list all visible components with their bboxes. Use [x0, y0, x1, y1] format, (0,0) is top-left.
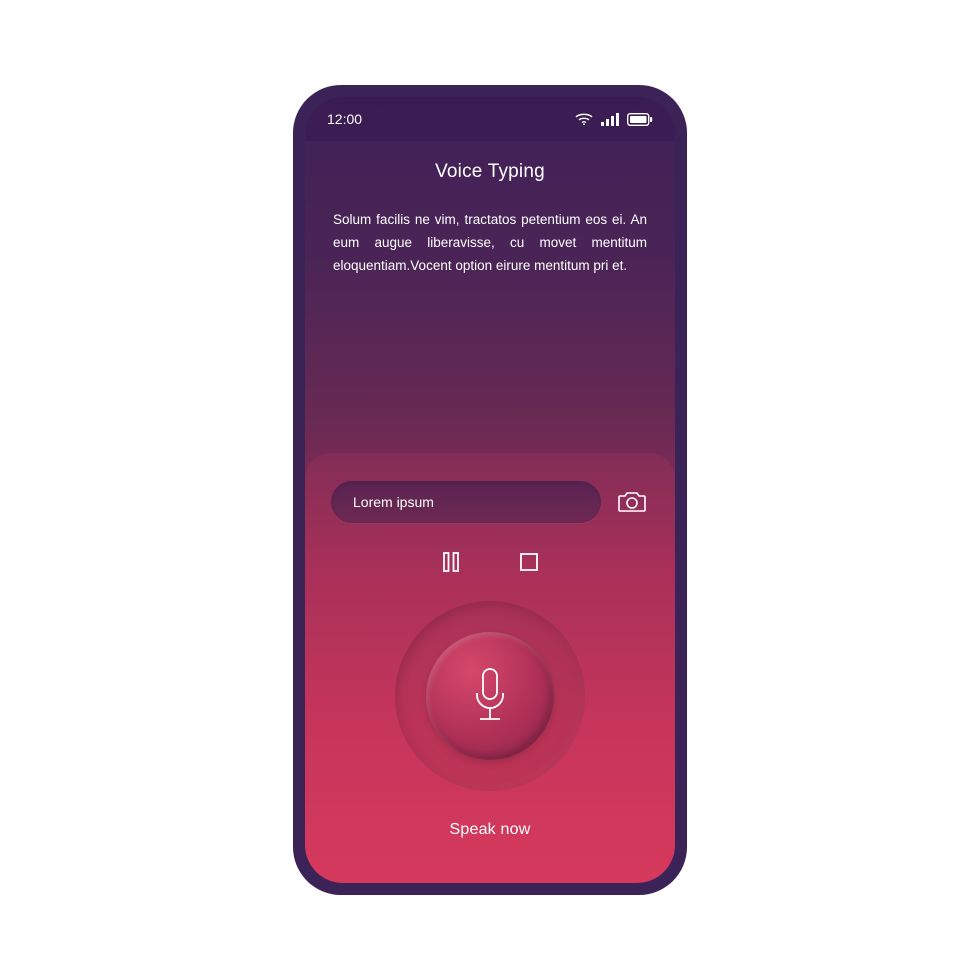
content-area: Voice Typing Solum facilis ne vim, tract…: [305, 141, 675, 278]
phone-frame: 12:00: [293, 85, 687, 895]
input-row: Lorem ipsum: [331, 481, 649, 523]
pause-button[interactable]: [440, 551, 462, 573]
signal-icon: [601, 113, 619, 126]
text-input-value: Lorem ipsum: [353, 494, 434, 510]
page-title: Voice Typing: [333, 161, 647, 183]
status-bar: 12:00: [305, 97, 675, 141]
control-panel: Lorem ipsum: [305, 453, 675, 883]
record-button[interactable]: [426, 632, 554, 760]
stop-icon: [520, 553, 538, 571]
microphone-icon: [470, 667, 510, 725]
pause-icon: [443, 552, 459, 572]
transcription-text: Solum facilis ne vim, tractatos petentiu…: [333, 209, 647, 278]
camera-button[interactable]: [615, 485, 649, 519]
wifi-icon: [575, 112, 593, 126]
speak-prompt: Speak now: [450, 821, 531, 839]
status-time: 12:00: [327, 111, 362, 127]
playback-controls: [440, 551, 540, 573]
camera-icon: [617, 489, 647, 515]
app-screen: 12:00: [305, 97, 675, 883]
battery-icon: [627, 113, 653, 126]
status-icons: [575, 112, 653, 126]
mic-button-ring: [395, 601, 585, 791]
stop-button[interactable]: [518, 551, 540, 573]
text-input[interactable]: Lorem ipsum: [331, 481, 601, 523]
